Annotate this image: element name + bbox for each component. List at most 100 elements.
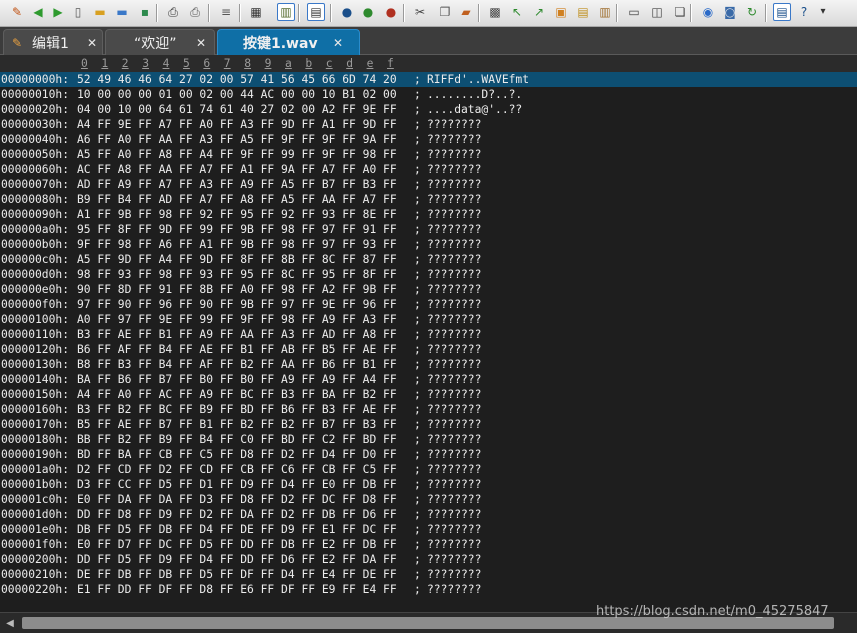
hex-view[interactable]: 00000000h: 52 49 46 46 64 27 02 00 57 41 … [0, 72, 857, 612]
open-folder-icon[interactable]: ▬ [91, 3, 109, 21]
hex-row[interactable]: 00000200h: DD FF D5 FF D9 FF D4 FF DD FF … [0, 552, 857, 567]
help-icon[interactable]: ? [795, 3, 813, 21]
green-case-icon[interactable]: ● [359, 3, 377, 21]
new-file-icon[interactable]: ▯ [69, 3, 87, 21]
scroll-left-icon[interactable]: ◀ [3, 616, 17, 630]
tab-label: 按键1.wav [243, 35, 318, 52]
toolbar-separator [298, 4, 300, 22]
hex-mode-icon[interactable]: ▦ [247, 3, 265, 21]
notes-icon[interactable]: ▥ [596, 3, 614, 21]
hex-row[interactable]: 00000010h: 10 00 00 00 01 00 02 00 44 AC … [0, 87, 857, 102]
tab-key1-wav[interactable]: 按键1.wav ✕ [217, 29, 360, 55]
column-mode-icon[interactable]: ▥ [277, 3, 295, 21]
hex-row[interactable]: 000001c0h: E0 FF DA FF DA FF D3 FF D8 FF … [0, 492, 857, 507]
cut-icon[interactable]: ✂ [411, 3, 429, 21]
hex-row[interactable]: 00000130h: B8 FF B3 FF B4 FF AF FF B2 FF … [0, 357, 857, 372]
ascii-separator: ; [414, 388, 421, 401]
hex-row[interactable]: 00000120h: B6 FF AF FF B4 FF AE FF B1 FF … [0, 342, 857, 357]
print-icon[interactable]: ⎙ [164, 3, 182, 21]
ascii-separator: ; [414, 538, 421, 551]
hex-row[interactable]: 000001a0h: D2 FF CD FF D2 FF CD FF CB FF … [0, 462, 857, 477]
open-folder-2-icon[interactable]: ▬ [113, 3, 131, 21]
hex-row[interactable]: 00000030h: A4 FF 9E FF A7 FF A0 FF A3 FF … [0, 117, 857, 132]
hex-row[interactable]: 00000050h: A5 FF A0 FF A8 FF A4 FF 9F FF … [0, 147, 857, 162]
ascii-text: ???????? [427, 433, 482, 446]
ascii-separator: ; [414, 298, 421, 311]
panel-icon[interactable]: ▤ [773, 3, 791, 21]
hex-row[interactable]: 00000020h: 04 00 10 00 64 61 74 61 40 27 … [0, 102, 857, 117]
toolbar-overflow-icon[interactable]: ▾ [818, 3, 828, 21]
ascii-text: ???????? [427, 253, 482, 266]
hex-row[interactable]: 00000180h: BB FF B2 FF B9 FF B4 FF C0 FF … [0, 432, 857, 447]
tab-edit1[interactable]: ✎ 编辑1 ✕ [3, 29, 103, 55]
forward-arrow-icon[interactable]: ▶ [49, 3, 67, 21]
find-prev-icon[interactable]: ↖ [508, 3, 526, 21]
hex-row[interactable]: 00000070h: AD FF A9 FF A7 FF A3 FF A9 FF … [0, 177, 857, 192]
hex-row[interactable]: 000000b0h: 9F FF 98 FF A6 FF A1 FF 9B FF … [0, 237, 857, 252]
ascii-text: ???????? [427, 298, 482, 311]
mark-icon[interactable]: ▤ [574, 3, 592, 21]
hex-bytes: BD FF BA FF CB FF C5 FF D8 FF D2 FF D4 F… [77, 448, 397, 461]
toolbar-separator [690, 4, 692, 22]
hex-row[interactable]: 00000100h: A0 FF 97 FF 9E FF 99 FF 9F FF … [0, 312, 857, 327]
hex-row[interactable]: 00000150h: A4 FF A0 FF AC FF A9 FF BC FF … [0, 387, 857, 402]
find-next-icon[interactable]: ↗ [530, 3, 548, 21]
hex-row[interactable]: 000001e0h: DB FF D5 FF DB FF D4 FF DE FF … [0, 522, 857, 537]
hex-row[interactable]: 00000190h: BD FF BA FF CB FF C5 FF D8 FF … [0, 447, 857, 462]
hex-row[interactable]: 00000040h: A6 FF A0 FF AA FF A3 FF A5 FF … [0, 132, 857, 147]
tab-label: “欢迎” [134, 35, 177, 52]
editor-app-icon[interactable]: ✎ [8, 3, 26, 21]
hex-row[interactable]: 000000f0h: 97 FF 90 FF 96 FF 90 FF 9B FF … [0, 297, 857, 312]
ascii-separator: ; [414, 148, 421, 161]
paste-icon[interactable]: ▰ [457, 3, 475, 21]
ascii-separator: ; [414, 208, 421, 221]
hex-row[interactable]: 000000d0h: 98 FF 93 FF 98 FF 93 FF 95 FF … [0, 267, 857, 282]
print-preview-icon[interactable]: ⎙ [186, 3, 204, 21]
refresh-icon[interactable]: ↻ [743, 3, 761, 21]
hex-row[interactable]: 00000110h: B3 FF AE FF B1 FF A9 FF AA FF … [0, 327, 857, 342]
hex-bytes: 04 00 10 00 64 61 74 61 40 27 02 00 A2 F… [77, 103, 397, 116]
uc-case-icon[interactable]: ● [338, 3, 356, 21]
hex-row[interactable]: 00000220h: E1 FF DD FF DF FF D8 FF E6 FF … [0, 582, 857, 597]
page-icon[interactable]: ≡ [217, 3, 235, 21]
hex-row[interactable]: 00000160h: B3 FF B2 FF BC FF B9 FF BD FF … [0, 402, 857, 417]
screenshot-icon[interactable]: ◙ [721, 3, 739, 21]
copy-icon[interactable]: ❐ [436, 3, 454, 21]
back-arrow-icon[interactable]: ◀ [29, 3, 47, 21]
hex-bytes: DB FF D5 FF DB FF D4 FF DE FF D9 FF E1 F… [77, 523, 397, 536]
ascii-text: ???????? [427, 583, 482, 596]
red-case-icon[interactable]: ● [382, 3, 400, 21]
split-window-icon[interactable]: ◫ [648, 3, 666, 21]
browser-globe-icon[interactable]: ◉ [699, 3, 717, 21]
bookmark-icon[interactable]: ▣ [552, 3, 570, 21]
ascii-text: ???????? [427, 208, 482, 221]
close-icon[interactable]: ✕ [333, 36, 343, 50]
hex-row[interactable]: 000000a0h: 95 FF 8F FF 9D FF 99 FF 9B FF … [0, 222, 857, 237]
hex-row[interactable]: 000000e0h: 90 FF 8D FF 91 FF 8B FF A0 FF … [0, 282, 857, 297]
ascii-separator: ; [414, 283, 421, 296]
hex-row[interactable]: 00000210h: DE FF DB FF DB FF D5 FF DF FF … [0, 567, 857, 582]
ascii-text: ???????? [427, 463, 482, 476]
tab-welcome[interactable]: “欢迎” ✕ [105, 29, 215, 55]
save-icon[interactable]: ▪ [136, 3, 154, 21]
hex-bytes: E0 FF D7 FF DC FF D5 FF DD FF DB FF E2 F… [77, 538, 397, 551]
ascii-separator: ; [414, 253, 421, 266]
cascade-window-icon[interactable]: ❏ [671, 3, 689, 21]
hex-row[interactable]: 000001b0h: D3 FF CC FF D5 FF D1 FF D9 FF … [0, 477, 857, 492]
hex-row[interactable]: 00000080h: B9 FF B4 FF AD FF A7 FF A8 FF … [0, 192, 857, 207]
hex-bytes: AC FF A8 FF AA FF A7 FF A1 FF 9A FF A7 F… [77, 163, 397, 176]
hex-row[interactable]: 00000000h: 52 49 46 46 64 27 02 00 57 41 … [0, 72, 857, 87]
hex-row[interactable]: 00000060h: AC FF A8 FF AA FF A7 FF A1 FF … [0, 162, 857, 177]
ruler-column-label: 0 [81, 57, 88, 70]
close-icon[interactable]: ✕ [87, 36, 97, 50]
text-mode-icon[interactable]: ▤ [307, 3, 325, 21]
hex-row[interactable]: 000001d0h: DD FF D8 FF D9 FF D2 FF DA FF … [0, 507, 857, 522]
hex-row[interactable]: 00000170h: B5 FF AE FF B7 FF B1 FF B2 FF … [0, 417, 857, 432]
hex-row[interactable]: 000000c0h: A5 FF 9D FF A4 FF 9D FF 8F FF … [0, 252, 857, 267]
close-icon[interactable]: ✕ [196, 36, 206, 50]
window-icon[interactable]: ▭ [625, 3, 643, 21]
hex-row[interactable]: 000001f0h: E0 FF D7 FF DC FF D5 FF DD FF … [0, 537, 857, 552]
hex-row[interactable]: 00000090h: A1 FF 9B FF 98 FF 92 FF 95 FF … [0, 207, 857, 222]
hex-row[interactable]: 00000140h: BA FF B6 FF B7 FF B0 FF B0 FF … [0, 372, 857, 387]
find-icon[interactable]: ▩ [486, 3, 504, 21]
